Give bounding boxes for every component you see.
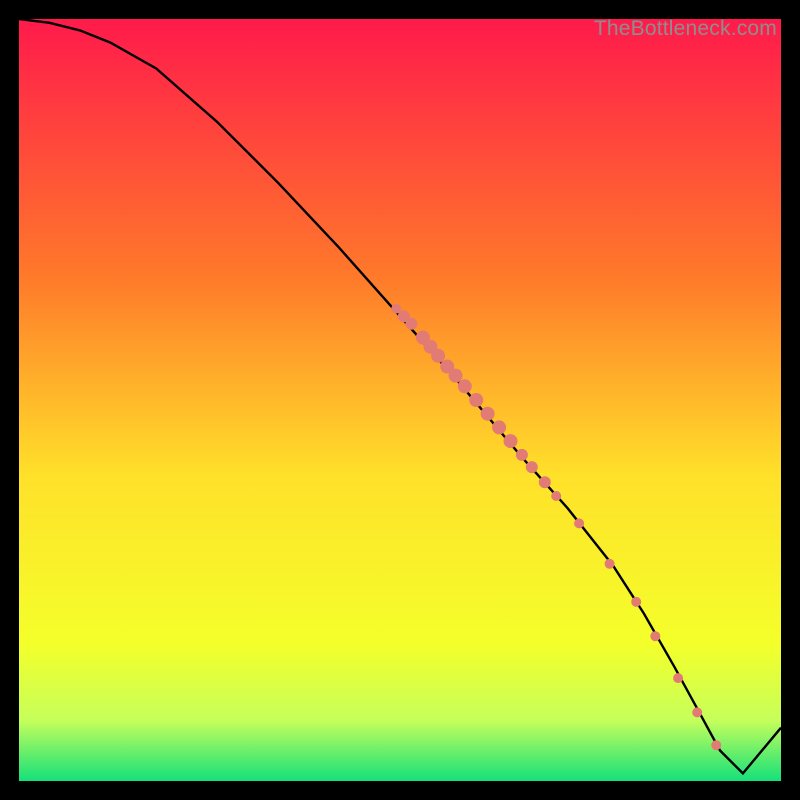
data-dot	[449, 369, 463, 383]
data-dot	[650, 631, 660, 641]
data-dot	[431, 349, 445, 363]
data-dot	[526, 461, 538, 473]
data-dot	[631, 597, 641, 607]
data-dot	[551, 491, 561, 501]
data-dot	[492, 420, 506, 434]
data-dot	[539, 476, 551, 488]
data-dot	[481, 407, 495, 421]
data-dot	[516, 449, 528, 461]
data-dot	[469, 393, 483, 407]
data-dot	[574, 518, 584, 528]
data-dot	[405, 318, 417, 330]
chart-frame: TheBottleneck.com	[19, 19, 781, 781]
data-dot	[692, 707, 702, 717]
gradient-background	[19, 19, 781, 781]
data-dot	[605, 559, 615, 569]
data-dot	[504, 434, 518, 448]
data-dot	[458, 379, 472, 393]
data-dot	[673, 673, 683, 683]
chart-svg	[19, 19, 781, 781]
watermark-text: TheBottleneck.com	[594, 17, 777, 41]
data-dot	[711, 740, 721, 750]
